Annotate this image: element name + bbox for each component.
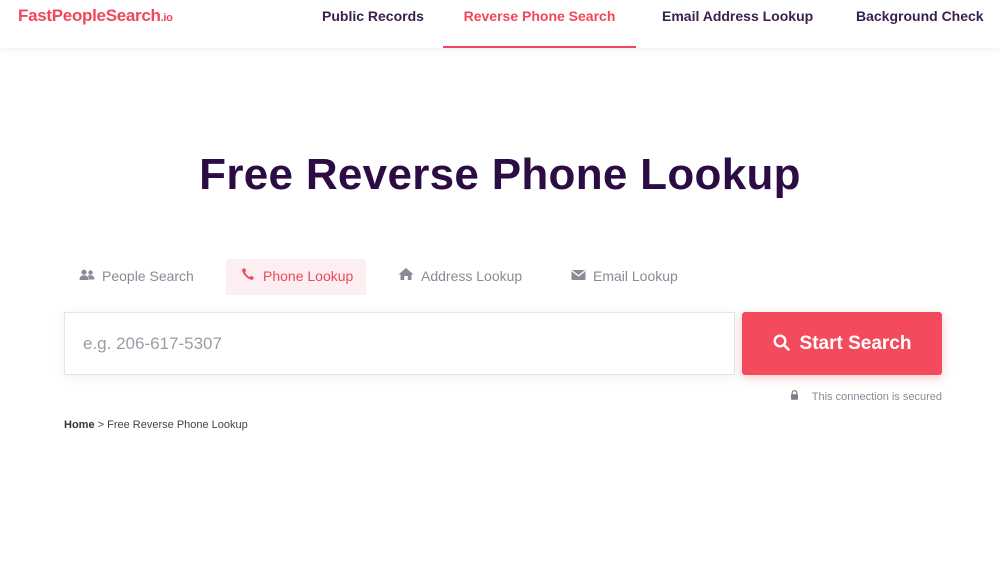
nav-email-address-lookup[interactable]: Email Address Lookup	[662, 0, 813, 48]
tab-phone-lookup[interactable]: Phone Lookup	[226, 259, 367, 295]
secure-note-text: This connection is secured	[811, 391, 942, 403]
envelope-icon	[569, 259, 587, 293]
tab-people-search[interactable]: People Search	[78, 259, 194, 295]
page-title: Free Reverse Phone Lookup	[199, 150, 801, 199]
phone-search-input[interactable]	[65, 313, 734, 374]
nav-public-records[interactable]: Public Records	[322, 0, 424, 48]
search-type-tabs: People Search Phone Lookup Address Looku…	[64, 259, 704, 295]
tab-address-lookup[interactable]: Address Lookup	[397, 259, 522, 295]
site-logo[interactable]: FastPeopleSearch.io	[18, 6, 173, 26]
tab-label: Email Lookup	[593, 268, 678, 284]
home-icon	[397, 259, 415, 293]
breadcrumb-separator: >	[97, 419, 105, 431]
top-navigation-bar: FastPeopleSearch.io Public Records Rever…	[0, 0, 1000, 48]
tab-email-lookup[interactable]: Email Lookup	[569, 259, 678, 295]
start-search-button[interactable]: Start Search	[742, 312, 942, 375]
nav-background-check[interactable]: Background Check	[856, 0, 984, 48]
start-search-label: Start Search	[799, 332, 912, 354]
search-icon	[773, 333, 790, 354]
tab-label: Address Lookup	[421, 268, 523, 284]
secure-connection-note: This connection is secured	[790, 390, 942, 403]
people-icon	[78, 259, 96, 293]
phone-icon	[239, 259, 257, 293]
tab-label: Phone Lookup	[263, 268, 354, 284]
breadcrumb-current: Free Reverse Phone Lookup	[107, 419, 248, 431]
logo-text: FastPeopleSearch	[18, 6, 161, 25]
breadcrumb: Home > Free Reverse Phone Lookup	[64, 419, 248, 431]
nav-reverse-phone-search[interactable]: Reverse Phone Search	[443, 0, 636, 48]
tab-label: People Search	[102, 268, 194, 284]
logo-tld: .io	[160, 12, 173, 24]
lock-icon	[790, 390, 802, 402]
phone-search-box	[64, 312, 735, 375]
breadcrumb-home-link[interactable]: Home	[64, 419, 95, 431]
